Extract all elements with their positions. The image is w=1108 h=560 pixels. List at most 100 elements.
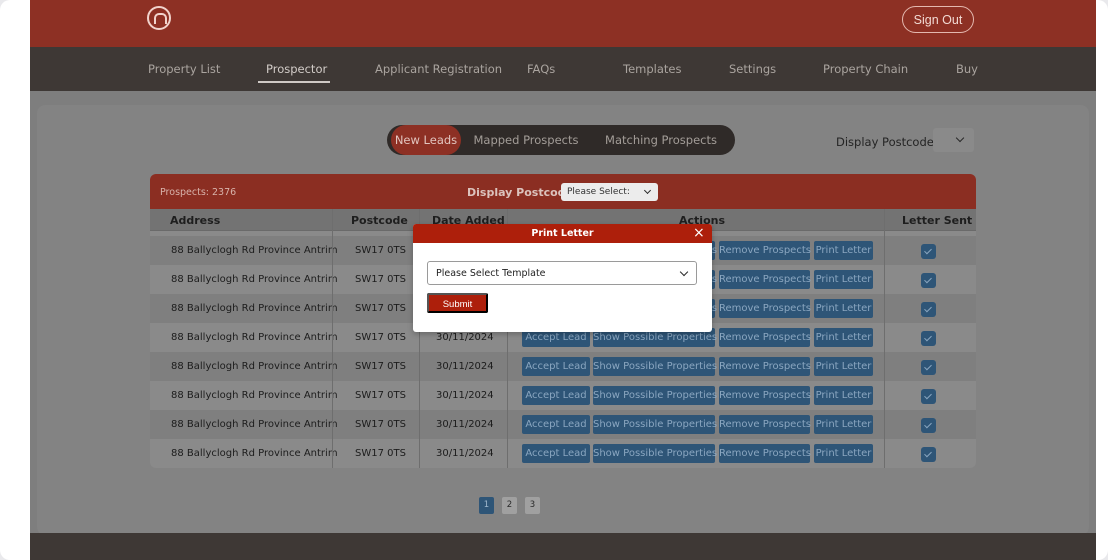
address-cell: 88 Ballyclogh Rd Province Antrim	[171, 332, 338, 343]
print-letter-button[interactable]: Print Letter	[814, 386, 873, 405]
pagination-page-1[interactable]: 1	[479, 497, 494, 514]
letter-sent-checkbox[interactable]	[921, 447, 936, 462]
print-letter-button[interactable]: Print Letter	[814, 241, 873, 260]
remove-prospects-button[interactable]: Remove Prospects	[719, 270, 811, 289]
column-divider	[332, 209, 333, 468]
chevron-down-icon	[643, 186, 652, 195]
pagination-page-3[interactable]: 3	[525, 497, 540, 514]
column-letter-sent: Letter Sent	[902, 214, 973, 227]
date-added-cell: 30/11/2024	[436, 361, 494, 372]
chevron-down-icon	[679, 267, 689, 277]
modal-header: Print Letter ×	[413, 224, 712, 243]
print-letter-button[interactable]: Print Letter	[814, 357, 873, 376]
print-letter-button[interactable]: Print Letter	[814, 299, 873, 318]
date-added-cell: 30/11/2024	[436, 448, 494, 459]
print-letter-modal: Print Letter × Please Select Template Su…	[413, 224, 712, 332]
postcode-cell: SW17 0TS	[355, 274, 406, 285]
nav-item-applicant-registration[interactable]: Applicant Registration	[375, 62, 502, 76]
show-possible-properties-button[interactable]: Show Possible Properties	[593, 415, 717, 434]
footer-bar	[30, 533, 1096, 560]
letter-sent-checkbox[interactable]	[921, 244, 936, 259]
remove-prospects-button[interactable]: Remove Prospects	[719, 415, 811, 434]
submit-button[interactable]: Submit	[427, 293, 488, 313]
letter-sent-checkbox[interactable]	[921, 418, 936, 433]
table-postcode-select-value: Please Select:	[567, 187, 630, 197]
chevron-down-icon	[955, 133, 965, 143]
column-divider	[884, 209, 885, 468]
address-cell: 88 Ballyclogh Rd Province Antrim	[171, 448, 338, 459]
remove-prospects-button[interactable]: Remove Prospects	[719, 357, 811, 376]
print-letter-button[interactable]: Print Letter	[814, 270, 873, 289]
letter-sent-checkbox[interactable]	[921, 273, 936, 288]
display-postcode-label: Display Postcode	[836, 135, 934, 149]
print-letter-button[interactable]: Print Letter	[814, 444, 873, 463]
accept-lead-button[interactable]: Accept Lead	[522, 357, 590, 376]
remove-prospects-button[interactable]: Remove Prospects	[719, 386, 811, 405]
table-row: 88 Ballyclogh Rd Province Antrim SW17 0TS…	[150, 381, 976, 410]
column-postcode: Postcode	[351, 214, 408, 227]
print-letter-button[interactable]: Print Letter	[814, 328, 873, 347]
template-select[interactable]: Please Select Template	[427, 261, 697, 285]
column-address: Address	[170, 214, 221, 227]
date-added-cell: 30/11/2024	[436, 419, 494, 430]
accept-lead-button[interactable]: Accept Lead	[522, 386, 590, 405]
close-icon[interactable]: ×	[693, 225, 705, 242]
sign-out-button[interactable]: Sign Out	[902, 6, 974, 33]
show-possible-properties-button[interactable]: Show Possible Properties	[593, 357, 717, 376]
show-possible-properties-button[interactable]: Show Possible Properties	[593, 444, 717, 463]
home-logo-icon[interactable]	[147, 6, 171, 30]
top-bar: Sign Out	[30, 0, 1096, 47]
nav-item-buy[interactable]: Buy	[956, 62, 978, 76]
nav-item-settings[interactable]: Settings	[729, 62, 776, 76]
display-postcode-select[interactable]	[933, 128, 974, 152]
address-cell: 88 Ballyclogh Rd Province Antrim	[171, 245, 338, 256]
nav-item-templates[interactable]: Templates	[623, 62, 681, 76]
table-row: 88 Ballyclogh Rd Province Antrim SW17 0TS…	[150, 410, 976, 439]
nav-item-faqs[interactable]: FAQs	[527, 62, 555, 76]
app: Sign Out Property List Prospector Applic…	[30, 0, 1096, 560]
prospect-tabs: New Leads Mapped Prospects Matching Pros…	[387, 125, 735, 155]
main-nav: Property List Prospector Applicant Regis…	[30, 47, 1096, 91]
tab-new-leads[interactable]: New Leads	[391, 125, 461, 155]
print-letter-button[interactable]: Print Letter	[814, 415, 873, 434]
table-postcode-select[interactable]: Please Select:	[561, 183, 658, 201]
table-row: 88 Ballyclogh Rd Province Antrim SW17 0TS…	[150, 439, 976, 468]
date-added-cell: 30/11/2024	[436, 332, 494, 343]
address-cell: 88 Ballyclogh Rd Province Antrim	[171, 274, 338, 285]
accept-lead-button[interactable]: Accept Lead	[522, 444, 590, 463]
nav-item-property-list[interactable]: Property List	[148, 62, 220, 76]
pagination-page-2[interactable]: 2	[502, 497, 517, 514]
template-select-value: Please Select Template	[436, 268, 546, 279]
postcode-cell: SW17 0TS	[355, 448, 406, 459]
postcode-cell: SW17 0TS	[355, 419, 406, 430]
postcode-cell: SW17 0TS	[355, 361, 406, 372]
remove-prospects-button[interactable]: Remove Prospects	[719, 299, 811, 318]
address-cell: 88 Ballyclogh Rd Province Antrim	[171, 361, 338, 372]
address-cell: 88 Ballyclogh Rd Province Antrim	[171, 419, 338, 430]
address-cell: 88 Ballyclogh Rd Province Antrim	[171, 303, 338, 314]
address-cell: 88 Ballyclogh Rd Province Antrim	[171, 390, 338, 401]
table-header-bar: Prospects: 2376 Display Postcode: Please…	[150, 174, 976, 209]
nav-active-underline	[258, 81, 330, 83]
nav-item-prospector[interactable]: Prospector	[266, 62, 327, 76]
window-frame: Sign Out Property List Prospector Applic…	[0, 0, 1108, 560]
postcode-cell: SW17 0TS	[355, 332, 406, 343]
tab-mapped-prospects[interactable]: Mapped Prospects	[461, 125, 591, 155]
letter-sent-checkbox[interactable]	[921, 389, 936, 404]
date-added-cell: 30/11/2024	[436, 390, 494, 401]
accept-lead-button[interactable]: Accept Lead	[522, 415, 590, 434]
nav-item-property-chain[interactable]: Property Chain	[823, 62, 908, 76]
postcode-cell: SW17 0TS	[355, 390, 406, 401]
remove-prospects-button[interactable]: Remove Prospects	[719, 328, 811, 347]
prospects-count: Prospects: 2376	[160, 187, 237, 198]
tab-matching-prospects[interactable]: Matching Prospects	[591, 125, 731, 155]
letter-sent-checkbox[interactable]	[921, 331, 936, 346]
remove-prospects-button[interactable]: Remove Prospects	[719, 444, 811, 463]
postcode-cell: SW17 0TS	[355, 303, 406, 314]
letter-sent-checkbox[interactable]	[921, 302, 936, 317]
modal-title: Print Letter	[531, 228, 594, 239]
letter-sent-checkbox[interactable]	[921, 360, 936, 375]
show-possible-properties-button[interactable]: Show Possible Properties	[593, 386, 717, 405]
postcode-cell: SW17 0TS	[355, 245, 406, 256]
remove-prospects-button[interactable]: Remove Prospects	[719, 241, 811, 260]
